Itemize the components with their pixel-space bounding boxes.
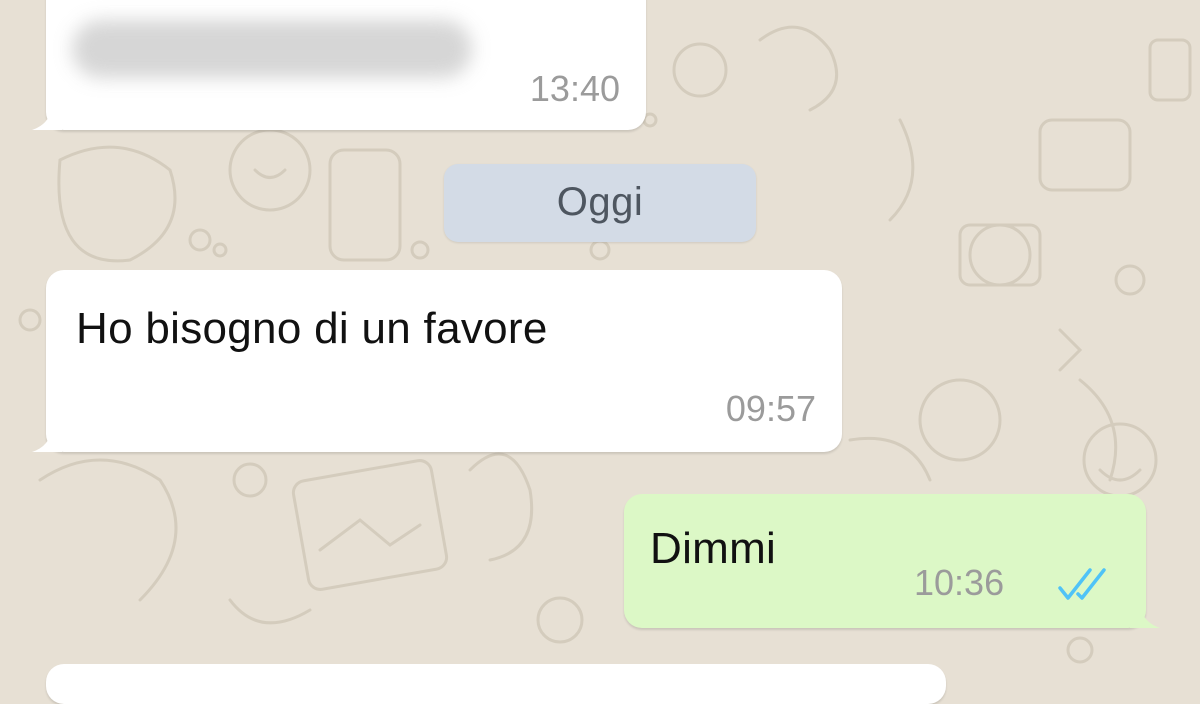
message-bubble-incoming-partial[interactable] xyxy=(46,664,946,704)
date-separator: Oggi xyxy=(444,164,756,242)
message-bubble-incoming[interactable]: Ho bisogno di un favore 09:57 xyxy=(32,270,842,452)
message-text: Ho bisogno di un favore xyxy=(76,304,548,353)
message-time: 13:40 xyxy=(529,68,620,109)
bubble-tail xyxy=(32,106,62,130)
bubble-tail xyxy=(32,428,62,452)
message-time: 09:57 xyxy=(725,388,816,429)
message-bubble-incoming[interactable]: 13:40 xyxy=(32,0,646,130)
blurred-message-text xyxy=(72,20,472,78)
message-time: 10:36 xyxy=(914,562,1005,603)
date-separator-label: Oggi xyxy=(556,180,644,224)
message-bubble-outgoing[interactable]: Dimmi 10:36 xyxy=(624,494,1160,628)
bubble-tail xyxy=(1130,604,1160,628)
double-check-icon xyxy=(1058,568,1106,600)
message-text: Dimmi xyxy=(650,524,777,573)
